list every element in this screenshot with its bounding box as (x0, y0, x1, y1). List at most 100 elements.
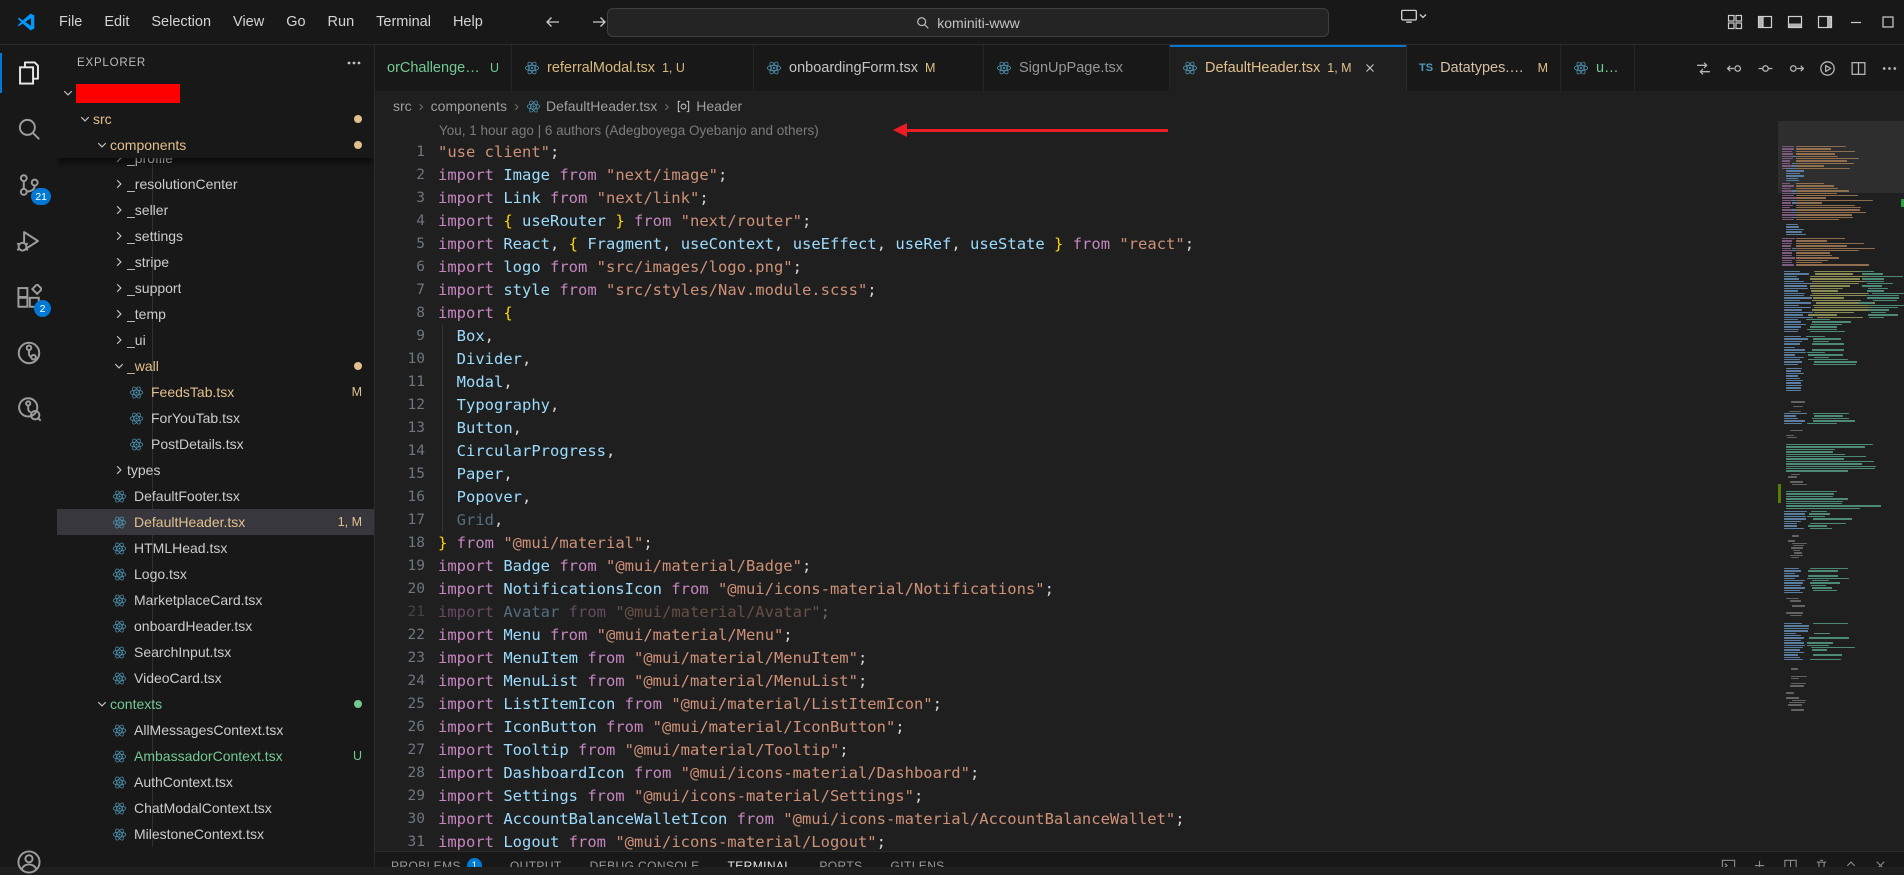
tree-item-_stripe[interactable]: _stripe (57, 249, 374, 275)
customize-layout-icon[interactable] (1720, 7, 1750, 37)
tree-item-AmbassadorContext.tsx[interactable]: AmbassadorContext.tsxU (57, 743, 374, 769)
tree-item-_seller[interactable]: _seller (57, 197, 374, 223)
menu-edit[interactable]: Edit (93, 8, 140, 36)
code-line-7[interactable]: 7import style from "src/styles/Nav.modul… (375, 279, 1778, 302)
toggle-sidebar-icon[interactable] (1750, 7, 1780, 37)
code-line-6[interactable]: 6import logo from "src/images/logo.png"; (375, 256, 1778, 279)
code-line-9[interactable]: 9 Box, (375, 325, 1778, 348)
tree-item-_support[interactable]: _support (57, 275, 374, 301)
tree-item-ForYouTab.tsx[interactable]: ForYouTab.tsx (57, 405, 374, 431)
code-line-18[interactable]: 18} from "@mui/material"; (375, 532, 1778, 555)
tab-orchallenge-d-ts[interactable]: orChallenge.d.tsU (375, 45, 512, 91)
code-line-14[interactable]: 14 CircularProgress, (375, 440, 1778, 463)
breadcrumb-defaultheader-tsx[interactable]: DefaultHeader.tsx (526, 98, 657, 114)
toggle-secondary-sidebar-icon[interactable] (1810, 7, 1840, 37)
tree-item-DefaultFooter.tsx[interactable]: DefaultFooter.tsx (57, 483, 374, 509)
tab-signuppage-tsx[interactable]: SignUpPage.tsx (984, 45, 1170, 91)
tree-item-ChatModalContext.tsx[interactable]: ChatModalContext.tsx (57, 795, 374, 821)
code-line-12[interactable]: 12 Typography, (375, 394, 1778, 417)
activity-search[interactable] (0, 101, 57, 157)
menu-terminal[interactable]: Terminal (365, 8, 442, 36)
code-line-5[interactable]: 5import React, { Fragment, useContext, u… (375, 233, 1778, 256)
previous-change-icon[interactable] (1725, 59, 1743, 77)
tree-item-MarketplaceCard.tsx[interactable]: MarketplaceCard.tsx (57, 587, 374, 613)
tree-item-DefaultHeader.tsx[interactable]: DefaultHeader.tsx1, M (57, 509, 374, 535)
code-line-17[interactable]: 17 Grid, (375, 509, 1778, 532)
tree-item-VideoCard.tsx[interactable]: VideoCard.tsx (57, 665, 374, 691)
code-line-11[interactable]: 11 Modal, (375, 371, 1778, 394)
tree-item-PostDetails.tsx[interactable]: PostDetails.tsx (57, 431, 374, 457)
minimap[interactable] (1778, 121, 1904, 851)
tree-item-SearchInput.tsx[interactable]: SearchInput.tsx (57, 639, 374, 665)
tree-item-_resolutionCenter[interactable]: _resolutionCenter (57, 171, 374, 197)
code-line-13[interactable]: 13 Button, (375, 417, 1778, 440)
menu-run[interactable]: Run (317, 8, 366, 36)
open-changes-icon[interactable] (1694, 59, 1712, 77)
panel-tab-problems[interactable]: PROBLEMS1 (391, 858, 482, 867)
toggle-panel-icon[interactable] (1780, 7, 1810, 37)
activity-gitlens-inspect[interactable] (0, 381, 57, 437)
code-line-28[interactable]: 28import DashboardIcon from "@mui/icons-… (375, 762, 1778, 785)
tab-defaultheader-tsx[interactable]: DefaultHeader.tsx1, M (1170, 45, 1407, 91)
plus-icon[interactable] (1752, 858, 1767, 867)
code-line-24[interactable]: 24import MenuList from "@mui/material/Me… (375, 670, 1778, 693)
panel-tab-ports[interactable]: PORTS (819, 859, 862, 868)
close-icon[interactable] (1873, 858, 1888, 867)
activity-extensions[interactable]: 2 (0, 269, 57, 325)
next-change-icon[interactable] (1787, 59, 1805, 77)
minimize-icon[interactable] (1840, 0, 1872, 44)
tab-datatypes-d-ts[interactable]: TSDatatypes.d.tsM (1407, 45, 1561, 91)
tree-item-contexts[interactable]: contexts (57, 691, 374, 717)
panel-tab-output[interactable]: OUTPUT (510, 859, 562, 868)
panel-tab-terminal[interactable]: TERMINAL (728, 859, 792, 868)
breadcrumb-src[interactable]: src (393, 98, 412, 114)
breadcrumb-components[interactable]: components (431, 98, 507, 114)
code-line-8[interactable]: 8import { (375, 302, 1778, 325)
tree-item-_wall[interactable]: _wall (57, 353, 374, 379)
tree-item-components[interactable]: components (57, 132, 374, 158)
code-line-27[interactable]: 27import Tooltip from "@mui/material/Too… (375, 739, 1778, 762)
tree-item-types[interactable]: types (57, 457, 374, 483)
code-line-22[interactable]: 22import Menu from "@mui/material/Menu"; (375, 624, 1778, 647)
code-line-29[interactable]: 29import Settings from "@mui/icons-mater… (375, 785, 1778, 808)
tree-item-FeedsTab.tsx[interactable]: FeedsTab.tsxM (57, 379, 374, 405)
menu-go[interactable]: Go (275, 8, 316, 36)
menu-selection[interactable]: Selection (140, 8, 222, 36)
more-actions-icon[interactable] (1880, 59, 1898, 77)
code-line-23[interactable]: 23import MenuItem from "@mui/material/Me… (375, 647, 1778, 670)
tree-item-MilestoneContext.tsx[interactable]: MilestoneContext.tsx (57, 821, 374, 847)
code-line-10[interactable]: 10 Divider, (375, 348, 1778, 371)
activity-explorer[interactable] (0, 45, 57, 101)
breadcrumb-header[interactable]: Header (676, 98, 742, 114)
panel-tab-debug-console[interactable]: DEBUG CONSOLE (590, 859, 700, 868)
code-editor[interactable]: You, 1 hour ago | 6 authors (Adegboyega … (375, 121, 1778, 851)
tree-item-Logo.tsx[interactable]: Logo.tsx (57, 561, 374, 587)
code-line-15[interactable]: 15 Paper, (375, 463, 1778, 486)
code-line-4[interactable]: 4import { useRouter } from "next/router"… (375, 210, 1778, 233)
menu-view[interactable]: View (222, 8, 275, 36)
command-center-search[interactable]: kominiti-www (607, 8, 1329, 37)
activity-run-and-debug[interactable] (0, 213, 57, 269)
code-line-30[interactable]: 30import AccountBalanceWalletIcon from "… (375, 808, 1778, 831)
tab-upcom[interactable]: upcom (1561, 45, 1635, 91)
code-line-16[interactable]: 16 Popover, (375, 486, 1778, 509)
accounts-icon[interactable] (0, 849, 57, 875)
split-editor-icon[interactable] (1849, 59, 1867, 77)
tree-item-AllMessagesContext.tsx[interactable]: AllMessagesContext.tsx (57, 717, 374, 743)
compare-changes-icon[interactable] (1756, 59, 1774, 77)
code-line-19[interactable]: 19import Badge from "@mui/material/Badge… (375, 555, 1778, 578)
run-or-debug-icon[interactable] (1818, 59, 1836, 77)
activity-source-control[interactable]: 21 (0, 157, 57, 213)
code-line-31[interactable]: 31import Logout from "@mui/icons-materia… (375, 831, 1778, 851)
terminal-icon[interactable] (1721, 858, 1736, 867)
menu-file[interactable]: File (48, 8, 93, 36)
code-line-2[interactable]: 2import Image from "next/image"; (375, 164, 1778, 187)
maximize-icon[interactable] (1872, 0, 1904, 44)
panel-tab-gitlens[interactable]: GITLENS (891, 859, 945, 868)
menu-help[interactable]: Help (442, 8, 494, 36)
tree-item-AuthContext.tsx[interactable]: AuthContext.tsx (57, 769, 374, 795)
code-line-1[interactable]: 1"use client"; (375, 141, 1778, 164)
tree-item-_ui[interactable]: _ui (57, 327, 374, 353)
explorer-more-actions-icon[interactable] (346, 55, 362, 71)
tree-item-workspace-root[interactable] (57, 80, 374, 106)
